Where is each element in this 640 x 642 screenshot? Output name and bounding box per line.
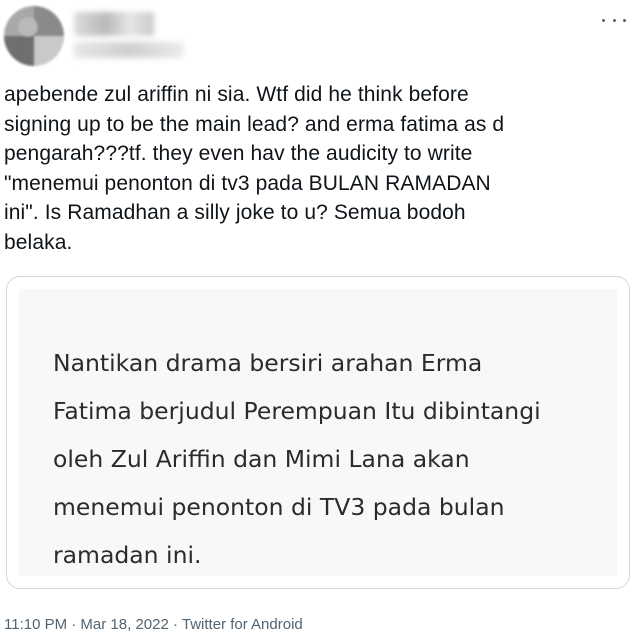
username-redacted[interactable] xyxy=(74,42,184,58)
media-text-line: oleh Zul Ariffin dan Mimi Lana akan xyxy=(53,445,470,473)
avatar[interactable] xyxy=(4,6,64,66)
tweet-header xyxy=(0,0,640,70)
more-horizontal-icon[interactable] xyxy=(602,10,626,30)
media-text: Nantikan drama bersiri arahan Erma Fatim… xyxy=(53,339,613,579)
tweet-text-line: ini". Is Ramadhan a silly joke to u? Sem… xyxy=(4,201,466,224)
media-text-line: Fatima berjudul Perempuan Itu dibintangi xyxy=(53,397,541,425)
tweet-timestamp[interactable]: 11:10 PM · Mar 18, 2022 · Twitter for An… xyxy=(4,616,303,633)
tweet-text-line: belaka. xyxy=(4,230,73,254)
display-name-redacted[interactable] xyxy=(74,12,154,36)
media-text-line: Nantikan drama bersiri arahan Erma xyxy=(53,349,483,377)
tweet-text-line: "menemui penonton di tv3 pada BULAN RAMA… xyxy=(4,171,491,195)
tweet-text-line: apebende zul ariffin ni sia. Wtf did he … xyxy=(4,83,469,106)
tweet-text-line: signing up to be the main lead? and erma… xyxy=(4,112,505,136)
tweet-text-line: pengarah???tf. they even hav the audicit… xyxy=(4,142,473,165)
media-text-line: menemui penonton di TV3 pada bulan xyxy=(53,493,505,521)
media-card[interactable]: Nantikan drama bersiri arahan Erma Fatim… xyxy=(6,276,630,589)
media-image[interactable]: Nantikan drama bersiri arahan Erma Fatim… xyxy=(19,289,617,576)
tweet-text: apebende zul ariffin ni sia. Wtf did he … xyxy=(4,80,629,257)
media-text-line: ramadan ini. xyxy=(53,541,202,569)
